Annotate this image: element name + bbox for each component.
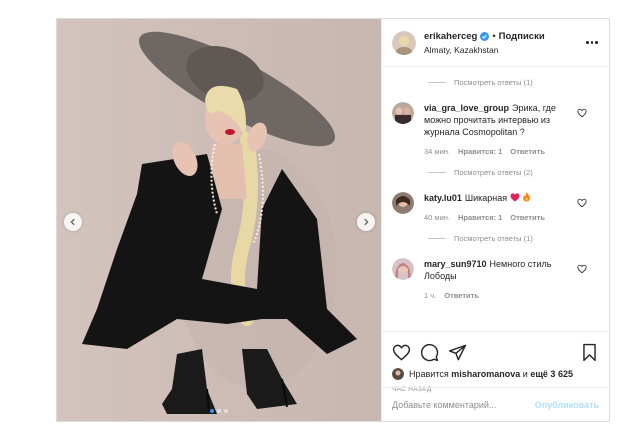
post-location[interactable]: Almaty, Kazakhstan (424, 45, 585, 55)
comment-username[interactable]: mary_sun9710 (424, 259, 487, 269)
carousel-prev-button[interactable] (64, 213, 82, 231)
chevron-right-icon (364, 218, 369, 226)
comment-like-heart-icon[interactable] (577, 264, 587, 274)
post-header: erikaherceg • Подписки Almaty, Kazakhsta… (382, 19, 609, 67)
comment-time[interactable]: 40 мин. (424, 213, 450, 222)
comment-text: Шикарная (464, 193, 508, 203)
comment-likes[interactable]: Нравится: 1 (458, 147, 502, 156)
view-replies-link[interactable]: Посмотреть ответы (1) (428, 230, 609, 246)
comment-time[interactable]: 1 ч. (424, 291, 436, 300)
view-replies-label[interactable]: Посмотреть ответы (1) (454, 234, 533, 243)
header-text: erikaherceg • Подписки Almaty, Kazakhsta… (424, 31, 585, 55)
comment-reply-button[interactable]: Ответить (510, 213, 545, 222)
heart-icon[interactable] (392, 343, 411, 362)
header-separator: • (492, 30, 496, 42)
view-replies-link[interactable]: Посмотреть ответы (2) (428, 164, 609, 180)
bookmark-icon[interactable] (580, 343, 599, 362)
likes-count[interactable]: ещё 3 625 (530, 369, 573, 379)
view-replies-label[interactable]: Посмотреть ответы (1) (454, 78, 533, 87)
commenter-avatar[interactable] (392, 102, 414, 124)
view-replies-link[interactable]: Посмотреть ответы (1) (428, 74, 609, 90)
comment-input[interactable] (392, 399, 535, 410)
following-button[interactable]: Подписки (499, 31, 545, 42)
add-comment-bar: Опубликовать (382, 387, 609, 421)
commenter-avatar[interactable] (392, 258, 414, 280)
likes-username[interactable]: misharomanova (451, 369, 520, 379)
comment-like-heart-icon[interactable] (577, 198, 587, 208)
fire-emoji-icon (523, 192, 531, 202)
more-options-icon[interactable] (585, 41, 599, 44)
view-replies-label[interactable]: Посмотреть ответы (2) (454, 168, 533, 177)
comments-list: Посмотреть ответы (1) via_gra_love_group… (382, 68, 609, 330)
likes-and: и (522, 369, 528, 379)
fashion-photo-illustration (82, 31, 357, 414)
instagram-post-modal: erikaherceg • Подписки Almaty, Kazakhsta… (56, 18, 610, 422)
comment-username[interactable]: katy.lu01 (424, 193, 462, 203)
red-heart-emoji-icon (510, 193, 520, 202)
carousel-dot (217, 409, 221, 413)
comment-username[interactable]: via_gra_love_group (424, 103, 509, 113)
comment-likes[interactable]: Нравится: 1 (458, 213, 502, 222)
comment-time[interactable]: 34 мин. (424, 147, 450, 156)
comment-item: via_gra_love_group Эрика, где можно прочи… (392, 102, 609, 156)
comment-item: mary_sun9710 Немного стиль Лободы 1 ч. От… (392, 258, 609, 300)
carousel-dot (210, 409, 214, 413)
commenter-avatar[interactable] (392, 192, 414, 214)
action-icons-row (392, 340, 599, 364)
comment-reply-button[interactable]: Ответить (510, 147, 545, 156)
post-photo[interactable] (57, 19, 381, 421)
share-icon[interactable] (448, 343, 467, 362)
carousel-dot (224, 409, 228, 413)
carousel-indicator (57, 409, 381, 413)
liker-avatar[interactable] (392, 368, 404, 380)
comment-icon[interactable] (420, 343, 439, 362)
comment-meta: 1 ч. Ответить (424, 291, 584, 300)
verified-badge-icon (480, 31, 490, 41)
author-username[interactable]: erikaherceg (424, 31, 477, 42)
post-sidebar: erikaherceg • Подписки Almaty, Kazakhsta… (381, 19, 609, 421)
author-avatar[interactable] (392, 30, 416, 55)
comment-reply-button[interactable]: Ответить (444, 291, 479, 300)
comment-like-heart-icon[interactable] (577, 108, 587, 118)
comment-meta: 40 мин. Нравится: 1 Ответить (424, 213, 584, 222)
post-actions: Нравится misharomanova и ещё 3 625 ЧАС Н… (382, 331, 609, 393)
comment-meta: 34 мин. Нравится: 1 Ответить (424, 147, 584, 156)
publish-button[interactable]: Опубликовать (535, 400, 599, 410)
likes-summary: Нравится misharomanova и ещё 3 625 (392, 368, 599, 380)
likes-prefix: Нравится (409, 369, 449, 379)
carousel-next-button[interactable] (357, 213, 375, 231)
comment-item: katy.lu01 Шикарная 40 мин. Нравится: 1 От… (392, 192, 609, 222)
chevron-left-icon (70, 218, 75, 226)
